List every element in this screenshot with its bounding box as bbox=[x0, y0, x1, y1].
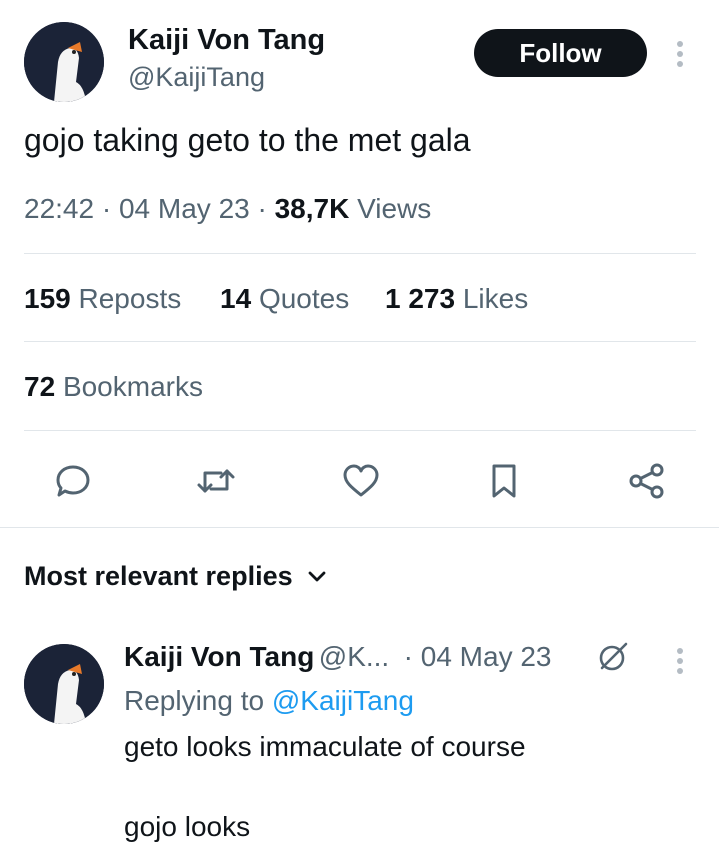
reply-text-line-1: geto looks immaculate of course bbox=[124, 731, 526, 762]
replying-to-label: Replying to bbox=[124, 685, 265, 716]
replying-to-link[interactable]: @KaijiTang bbox=[272, 685, 414, 716]
replies-header: Most relevant replies bbox=[24, 561, 293, 591]
divider bbox=[24, 253, 696, 254]
likes-label: Likes bbox=[462, 283, 529, 314]
tweet-meta: 22:42 · 04 May 23 · 38,7K Views bbox=[24, 193, 431, 225]
quotes-count: 14 bbox=[220, 283, 252, 314]
author-name[interactable]: Kaiji Von Tang bbox=[128, 24, 325, 57]
author-handle[interactable]: @KaijiTang bbox=[128, 62, 265, 93]
quotes-stat[interactable]: 14 Quotes bbox=[220, 283, 349, 315]
repost-icon[interactable] bbox=[193, 458, 239, 504]
reply-icon[interactable] bbox=[50, 458, 96, 504]
meta-separator: · bbox=[257, 193, 267, 224]
reposts-count: 159 bbox=[24, 283, 71, 314]
section-divider bbox=[0, 527, 719, 528]
replies-sort-dropdown[interactable]: Most relevant replies bbox=[24, 561, 327, 592]
replying-to: Replying to @KaijiTang bbox=[124, 685, 414, 717]
likes-stat[interactable]: 1 273 Likes bbox=[385, 283, 528, 315]
views-count: 38,7K bbox=[274, 193, 350, 224]
share-icon[interactable] bbox=[624, 458, 670, 504]
tweet-time: 22:42 bbox=[24, 193, 95, 224]
bookmarks-stat[interactable]: 72 Bookmarks bbox=[24, 371, 203, 403]
likes-count: 1 273 bbox=[385, 283, 456, 314]
reply-header: Kaiji Von Tang @K... · 04 May 23 bbox=[124, 641, 552, 673]
goose-avatar-icon bbox=[24, 644, 104, 724]
meta-separator: · bbox=[101, 193, 112, 224]
divider bbox=[24, 341, 696, 342]
bookmark-icon[interactable] bbox=[481, 458, 527, 504]
author-avatar[interactable] bbox=[24, 22, 104, 102]
follow-button[interactable]: Follow bbox=[474, 29, 647, 77]
reply-text-line-2: gojo looks bbox=[124, 811, 251, 842]
reply-avatar[interactable] bbox=[24, 644, 104, 724]
grok-icon[interactable] bbox=[596, 640, 630, 674]
divider bbox=[24, 430, 696, 431]
reposts-stat[interactable]: 159 Reposts bbox=[24, 283, 181, 315]
quotes-label: Quotes bbox=[258, 283, 350, 314]
reply-author-handle[interactable]: @K... bbox=[319, 641, 389, 672]
reply-author-name[interactable]: Kaiji Von Tang bbox=[124, 641, 314, 672]
like-icon[interactable] bbox=[338, 458, 384, 504]
bookmarks-label: Bookmarks bbox=[62, 371, 203, 402]
reply-more-options-icon[interactable] bbox=[670, 646, 690, 676]
reply-date[interactable]: · 04 May 23 bbox=[404, 641, 552, 672]
tweet-date[interactable]: 04 May 23 bbox=[119, 193, 250, 224]
goose-avatar-icon bbox=[24, 22, 104, 102]
more-options-icon[interactable] bbox=[670, 38, 690, 70]
views-label: Views bbox=[357, 193, 432, 224]
reposts-label: Reposts bbox=[78, 283, 182, 314]
tweet-text: gojo taking geto to the met gala bbox=[24, 122, 471, 158]
bookmarks-count: 72 bbox=[24, 371, 56, 402]
chevron-down-icon bbox=[307, 570, 327, 584]
